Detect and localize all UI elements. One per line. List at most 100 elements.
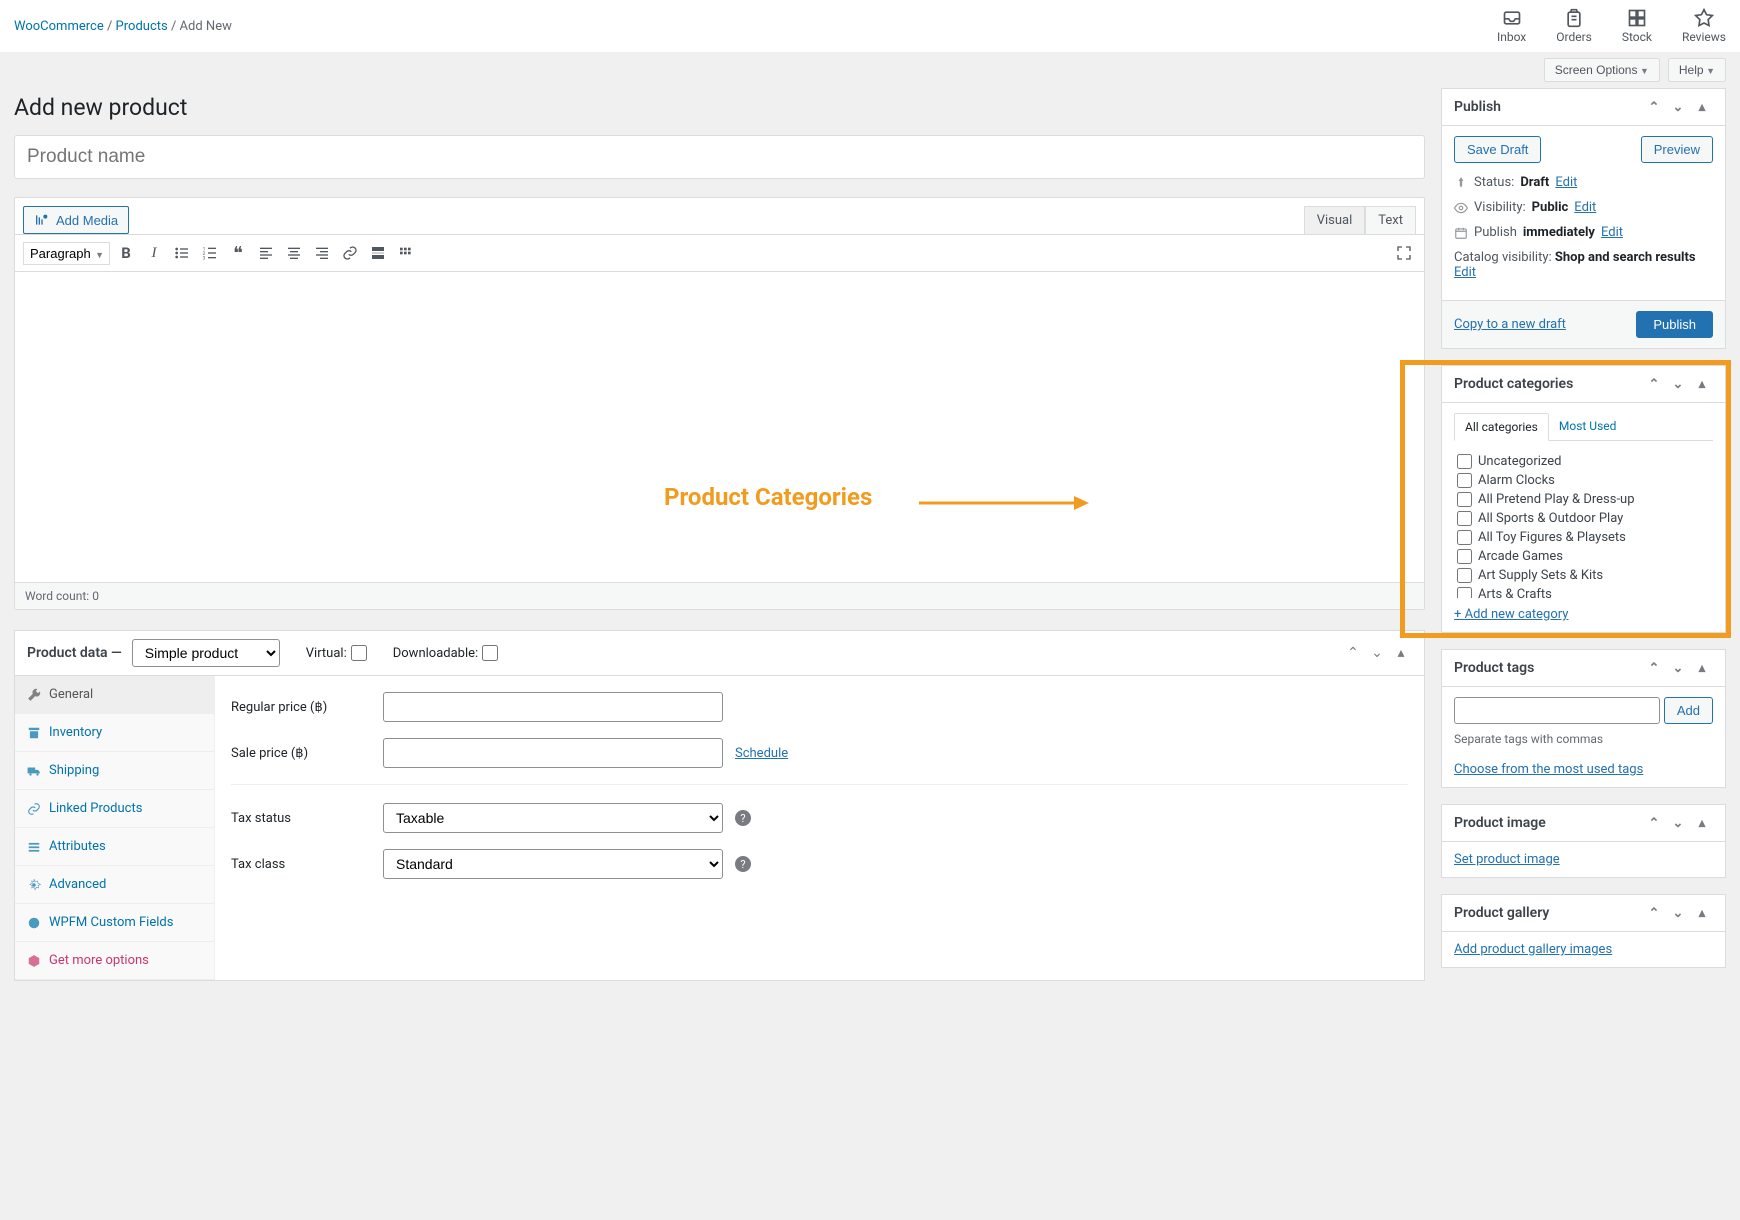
category-item[interactable]: All Pretend Play & Dress-up — [1457, 490, 1710, 509]
panel-down-button[interactable]: ⌄ — [1667, 906, 1689, 921]
pd-tab-wpfm[interactable]: WPFM Custom Fields — [15, 904, 214, 942]
category-checkbox[interactable] — [1457, 473, 1472, 488]
paragraph-select[interactable]: Paragraph — [23, 242, 110, 265]
pd-tab-attributes[interactable]: Attributes — [15, 828, 214, 866]
bold-button[interactable]: B — [114, 241, 138, 265]
breadcrumb-parent[interactable]: Products — [116, 19, 168, 34]
category-checkbox[interactable] — [1457, 568, 1472, 583]
pd-tab-more[interactable]: Get more options — [15, 942, 214, 980]
screen-options-button[interactable]: Screen Options — [1544, 58, 1660, 82]
panel-down-button[interactable]: ⌄ — [1366, 645, 1388, 661]
italic-button[interactable]: I — [142, 241, 166, 265]
pd-tab-linked[interactable]: Linked Products — [15, 790, 214, 828]
category-list[interactable]: Uncategorized Alarm Clocks All Pretend P… — [1454, 449, 1713, 599]
category-checkbox[interactable] — [1457, 454, 1472, 469]
toolbar-toggle-button[interactable] — [394, 241, 418, 265]
tag-hint: Separate tags with commas — [1454, 732, 1713, 746]
edit-visibility-link[interactable]: Edit — [1574, 200, 1596, 215]
edit-publish-time-link[interactable]: Edit — [1601, 225, 1623, 240]
quote-button[interactable]: ❝ — [226, 241, 250, 265]
panel-down-button[interactable]: ⌄ — [1667, 100, 1689, 115]
preview-button[interactable]: Preview — [1641, 136, 1713, 163]
edit-catalog-link[interactable]: Edit — [1454, 265, 1476, 280]
panel-up-button[interactable]: ⌃ — [1643, 906, 1665, 921]
regular-price-input[interactable] — [383, 692, 723, 722]
category-item[interactable]: Alarm Clocks — [1457, 471, 1710, 490]
calendar-icon — [1454, 226, 1468, 240]
tab-visual[interactable]: Visual — [1304, 206, 1366, 234]
tab-most-used[interactable]: Most Used — [1549, 413, 1627, 440]
bullet-list-button[interactable] — [170, 241, 194, 265]
reviews-button[interactable]: Reviews — [1682, 8, 1726, 44]
panel-collapse-button[interactable]: ▴ — [1390, 645, 1412, 661]
fullscreen-button[interactable] — [1392, 241, 1416, 265]
tag-input[interactable] — [1454, 697, 1660, 724]
add-media-button[interactable]: Add Media — [23, 206, 129, 234]
category-checkbox[interactable] — [1457, 549, 1472, 564]
panel-collapse-button[interactable]: ▴ — [1691, 661, 1713, 676]
read-more-button[interactable] — [366, 241, 390, 265]
pd-tab-advanced[interactable]: Advanced — [15, 866, 214, 904]
category-checkbox[interactable] — [1457, 511, 1472, 526]
panel-collapse-button[interactable]: ▴ — [1691, 816, 1713, 831]
panel-down-button[interactable]: ⌄ — [1667, 661, 1689, 676]
tax-status-select[interactable]: Taxable — [383, 803, 723, 833]
add-gallery-images-link[interactable]: Add product gallery images — [1454, 942, 1612, 957]
panel-collapse-button[interactable]: ▴ — [1691, 377, 1713, 392]
pd-tab-general[interactable]: General — [15, 676, 214, 714]
product-type-select[interactable]: Simple product — [132, 639, 280, 667]
category-item[interactable]: All Sports & Outdoor Play — [1457, 509, 1710, 528]
breadcrumb: WooCommerce / Products / Add New — [14, 19, 232, 34]
help-icon[interactable]: ? — [735, 856, 751, 872]
panel-up-button[interactable]: ⌃ — [1643, 661, 1665, 676]
editor-textarea[interactable] — [15, 272, 1424, 582]
category-item[interactable]: Uncategorized — [1457, 452, 1710, 471]
tax-class-select[interactable]: Standard — [383, 849, 723, 879]
align-right-button[interactable] — [310, 241, 334, 265]
panel-up-button[interactable]: ⌃ — [1643, 377, 1665, 392]
tab-all-categories[interactable]: All categories — [1454, 413, 1549, 441]
panel-up-button[interactable]: ⌃ — [1643, 100, 1665, 115]
pd-tab-shipping[interactable]: Shipping — [15, 752, 214, 790]
category-item[interactable]: Art Supply Sets & Kits — [1457, 566, 1710, 585]
category-item[interactable]: All Toy Figures & Playsets — [1457, 528, 1710, 547]
stock-button[interactable]: Stock — [1622, 8, 1652, 44]
link-button[interactable] — [338, 241, 362, 265]
breadcrumb-root[interactable]: WooCommerce — [14, 19, 104, 34]
virtual-checkbox[interactable] — [351, 645, 367, 661]
panel-collapse-button[interactable]: ▴ — [1691, 906, 1713, 921]
sale-price-input[interactable] — [383, 738, 723, 768]
copy-draft-link[interactable]: Copy to a new draft — [1454, 317, 1566, 332]
category-checkbox[interactable] — [1457, 587, 1472, 599]
category-item[interactable]: Arts & Crafts — [1457, 585, 1710, 599]
choose-tags-link[interactable]: Choose from the most used tags — [1454, 762, 1643, 777]
add-tag-button[interactable]: Add — [1664, 697, 1713, 724]
help-button[interactable]: Help — [1668, 58, 1726, 82]
virtual-checkbox-label: Virtual: — [306, 645, 367, 661]
panel-up-button[interactable]: ⌃ — [1643, 816, 1665, 831]
align-left-button[interactable] — [254, 241, 278, 265]
pd-tab-inventory[interactable]: Inventory — [15, 714, 214, 752]
panel-down-button[interactable]: ⌄ — [1667, 816, 1689, 831]
tab-text[interactable]: Text — [1365, 206, 1416, 234]
help-icon[interactable]: ? — [735, 810, 751, 826]
schedule-link[interactable]: Schedule — [735, 746, 788, 761]
category-item[interactable]: Arcade Games — [1457, 547, 1710, 566]
set-product-image-link[interactable]: Set product image — [1454, 852, 1560, 867]
orders-button[interactable]: Orders — [1556, 8, 1592, 44]
panel-up-button[interactable]: ⌃ — [1342, 645, 1364, 661]
publish-button[interactable]: Publish — [1636, 311, 1713, 338]
panel-collapse-button[interactable]: ▴ — [1691, 100, 1713, 115]
downloadable-checkbox[interactable] — [482, 645, 498, 661]
edit-status-link[interactable]: Edit — [1555, 175, 1577, 190]
product-name-input[interactable] — [14, 135, 1425, 179]
align-center-button[interactable] — [282, 241, 306, 265]
inbox-button[interactable]: Inbox — [1497, 8, 1526, 44]
panel-down-button[interactable]: ⌄ — [1667, 377, 1689, 392]
category-checkbox[interactable] — [1457, 492, 1472, 507]
add-category-link[interactable]: + Add new category — [1454, 607, 1568, 622]
numbered-list-button[interactable]: 123 — [198, 241, 222, 265]
save-draft-button[interactable]: Save Draft — [1454, 136, 1541, 163]
read-more-icon — [370, 245, 386, 261]
category-checkbox[interactable] — [1457, 530, 1472, 545]
